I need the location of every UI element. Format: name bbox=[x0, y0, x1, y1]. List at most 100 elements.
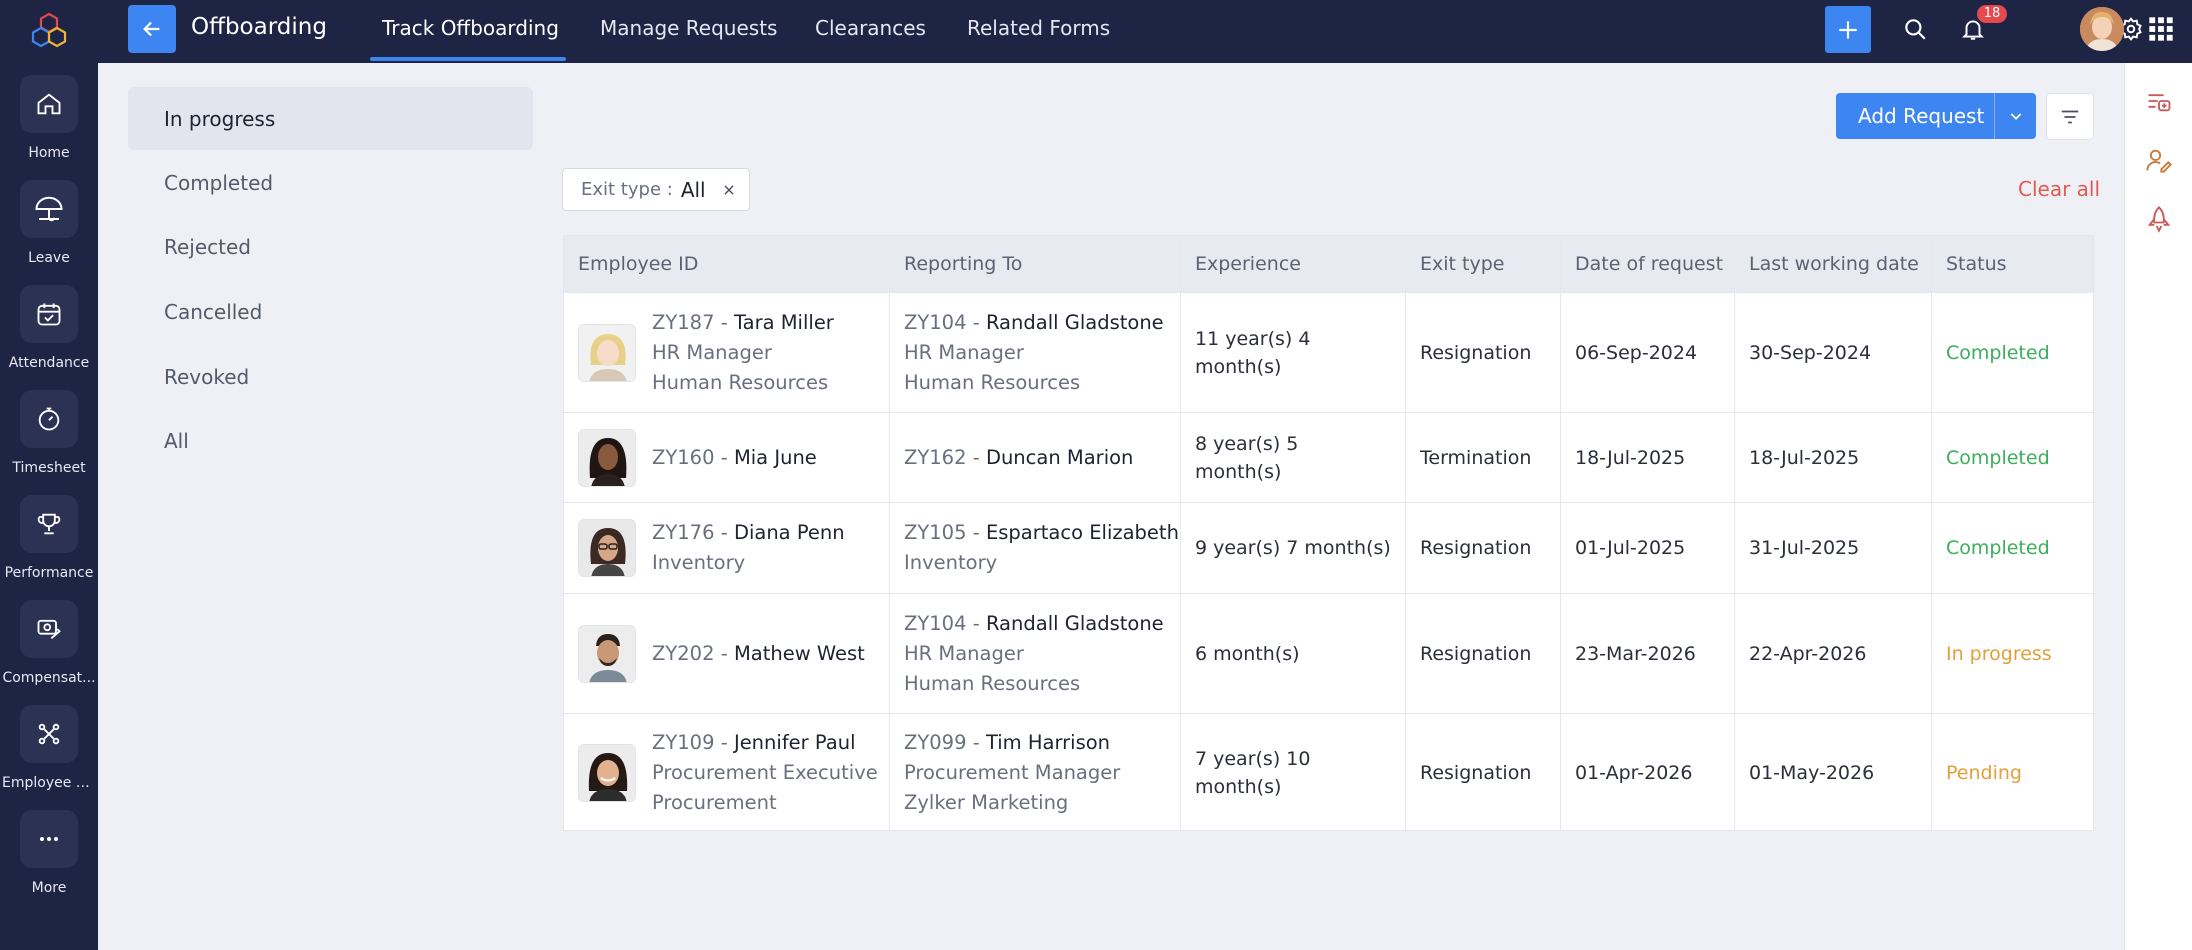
user-edit-icon bbox=[2146, 149, 2172, 173]
add-list-icon bbox=[2148, 94, 2171, 112]
more-dots-icon bbox=[40, 837, 58, 841]
add-request-dropdown[interactable] bbox=[1995, 108, 2036, 124]
add-request-button[interactable]: Add Request bbox=[1836, 93, 2036, 139]
manager-name[interactable]: Duncan Marion bbox=[986, 446, 1133, 469]
rocket-icon bbox=[2147, 206, 2171, 233]
rail-item-timesheet[interactable]: Timesheet bbox=[0, 390, 98, 490]
table-row[interactable]: ZY176 - Diana Penn Inventory ZY105 - Esp… bbox=[564, 502, 2093, 593]
status-cell: In progress bbox=[1946, 642, 2052, 665]
calendar-check-icon bbox=[37, 303, 61, 326]
manager-name[interactable]: Tim Harrison bbox=[986, 731, 1110, 754]
app-logo-icon[interactable] bbox=[31, 12, 67, 48]
column-header-employee-id[interactable]: Employee ID bbox=[564, 236, 698, 292]
active-tab-indicator bbox=[370, 57, 566, 61]
manager-title: Procurement Manager bbox=[904, 760, 1121, 784]
status-filter-revoked[interactable]: Revoked bbox=[128, 345, 533, 408]
status-filter-in-progress[interactable]: In progress bbox=[128, 87, 533, 150]
column-header-date-of-request[interactable]: Date of request bbox=[1561, 236, 1723, 292]
rail-item-performance[interactable]: Performance bbox=[0, 495, 98, 595]
quick-add-button[interactable] bbox=[1825, 6, 1871, 53]
right-rail-user-edit[interactable] bbox=[2144, 145, 2174, 175]
exit-type-cell: Termination bbox=[1420, 446, 1532, 469]
filter-button[interactable] bbox=[2046, 93, 2094, 140]
status-filter-all[interactable]: All bbox=[128, 409, 533, 472]
tab-manage-requests[interactable]: Manage Requests bbox=[600, 16, 777, 40]
engagement-icon bbox=[38, 723, 60, 745]
umbrella-icon bbox=[35, 196, 63, 222]
table-row[interactable]: ZY187 - Tara Miller HR Manager Human Res… bbox=[564, 292, 2093, 412]
manager-id: ZY099 bbox=[904, 730, 967, 754]
offboarding-table: Employee ID Reporting To Experience Exit… bbox=[563, 235, 2094, 831]
arrow-left-icon bbox=[143, 21, 160, 37]
search-button[interactable] bbox=[1900, 14, 1930, 44]
experience-line-2: month(s) bbox=[1195, 775, 1282, 798]
manager-name[interactable]: Randall Gladstone bbox=[986, 612, 1164, 635]
rail-item-compensation[interactable]: Compensat... bbox=[0, 600, 98, 700]
exit-type-cell: Resignation bbox=[1420, 642, 1532, 665]
remove-filter-button[interactable] bbox=[722, 183, 736, 197]
column-header-status[interactable]: Status bbox=[1932, 236, 2007, 292]
exit-type-cell: Resignation bbox=[1420, 761, 1532, 784]
manager-title: Inventory bbox=[904, 551, 998, 574]
table-row[interactable]: ZY160 - Mia June ZY162 - Duncan Marion 8… bbox=[564, 412, 2093, 502]
tab-clearances[interactable]: Clearances bbox=[815, 16, 926, 40]
table-row[interactable]: ZY109 - Jennifer Paul Procurement Execut… bbox=[564, 713, 2093, 831]
reporting-to-cell: ZY099 - Tim Harrison Procurement Manager… bbox=[890, 714, 1120, 831]
user-avatar[interactable] bbox=[2080, 7, 2124, 51]
employee-id: ZY160 bbox=[652, 445, 715, 469]
employee-id: ZY202 bbox=[652, 641, 715, 665]
manager-name[interactable]: Randall Gladstone bbox=[986, 311, 1164, 334]
column-header-last-working-date[interactable]: Last working date bbox=[1735, 236, 1919, 292]
date-of-request-cell: 18-Jul-2025 bbox=[1575, 446, 1686, 469]
manager-department: Zylker Marketing bbox=[904, 790, 1069, 814]
status-filter-label: In progress bbox=[164, 106, 276, 131]
right-rail-add-list[interactable] bbox=[2144, 86, 2174, 116]
employee-name[interactable]: Mia June bbox=[734, 446, 817, 469]
clear-all-link[interactable]: Clear all bbox=[2018, 177, 2100, 201]
rail-item-employee-engagement[interactable]: Employee E... bbox=[0, 705, 98, 805]
status-filter-rejected[interactable]: Rejected bbox=[128, 215, 533, 278]
column-header-reporting-to[interactable]: Reporting To bbox=[890, 236, 1022, 292]
rail-item-home[interactable]: Home bbox=[0, 75, 98, 175]
manager-department: Human Resources bbox=[904, 671, 1081, 695]
right-side-rail bbox=[2124, 63, 2192, 950]
column-header-exit-type[interactable]: Exit type bbox=[1406, 236, 1504, 292]
status-filter-label: Revoked bbox=[164, 364, 250, 389]
right-rail-rocket[interactable] bbox=[2144, 204, 2174, 234]
column-header-experience[interactable]: Experience bbox=[1181, 236, 1301, 292]
employee-photo bbox=[578, 624, 636, 683]
employee-name[interactable]: Tara Miller bbox=[734, 311, 834, 334]
status-cell: Pending bbox=[1946, 761, 2022, 784]
employee-photo bbox=[578, 428, 636, 487]
manager-id: ZY162 bbox=[904, 445, 967, 469]
tab-related-forms[interactable]: Related Forms bbox=[967, 16, 1110, 40]
status-cell: Completed bbox=[1946, 446, 2050, 469]
employee-name[interactable]: Jennifer Paul bbox=[734, 731, 856, 754]
employee-name[interactable]: Diana Penn bbox=[734, 521, 845, 544]
rail-item-label: Attendance bbox=[8, 355, 90, 371]
manager-name[interactable]: Espartaco Elizabeth bbox=[986, 521, 1179, 544]
status-filter-cancelled[interactable]: Cancelled bbox=[128, 280, 533, 343]
reporting-to-cell: ZY105 - Espartaco Elizabeth Inventory bbox=[890, 503, 1179, 593]
employee-cell: ZY176 - Diana Penn Inventory bbox=[578, 503, 845, 593]
tab-track-offboarding[interactable]: Track Offboarding bbox=[382, 16, 559, 40]
date-of-request-cell: 01-Jul-2025 bbox=[1575, 537, 1686, 559]
status-filter-completed[interactable]: Completed bbox=[128, 151, 533, 214]
app-grid-button[interactable] bbox=[2144, 14, 2178, 44]
status-filter-label: Rejected bbox=[164, 234, 252, 259]
rail-item-more[interactable]: More bbox=[0, 810, 98, 910]
employee-photo-picture bbox=[579, 625, 635, 682]
last-working-date-cell: 31-Jul-2025 bbox=[1749, 537, 1860, 559]
rail-item-label: More bbox=[31, 880, 67, 896]
status-filter-label: Completed bbox=[164, 170, 274, 195]
back-button[interactable] bbox=[128, 5, 176, 53]
table-row[interactable]: ZY202 - Mathew West ZY104 - Randall Glad… bbox=[564, 593, 2093, 713]
rail-item-attendance[interactable]: Attendance bbox=[0, 285, 98, 385]
experience-line-1: 9 year(s) 7 month(s) bbox=[1195, 537, 1391, 559]
status-filter-label: Cancelled bbox=[164, 299, 263, 324]
exit-type-filter-chip[interactable]: Exit type : All bbox=[562, 168, 750, 211]
left-rail: Home Leave Attendance Timesheet Performa… bbox=[0, 0, 98, 950]
rail-item-leave[interactable]: Leave bbox=[0, 180, 98, 280]
manager-title: HR Manager bbox=[904, 641, 1024, 665]
employee-name[interactable]: Mathew West bbox=[734, 642, 865, 665]
